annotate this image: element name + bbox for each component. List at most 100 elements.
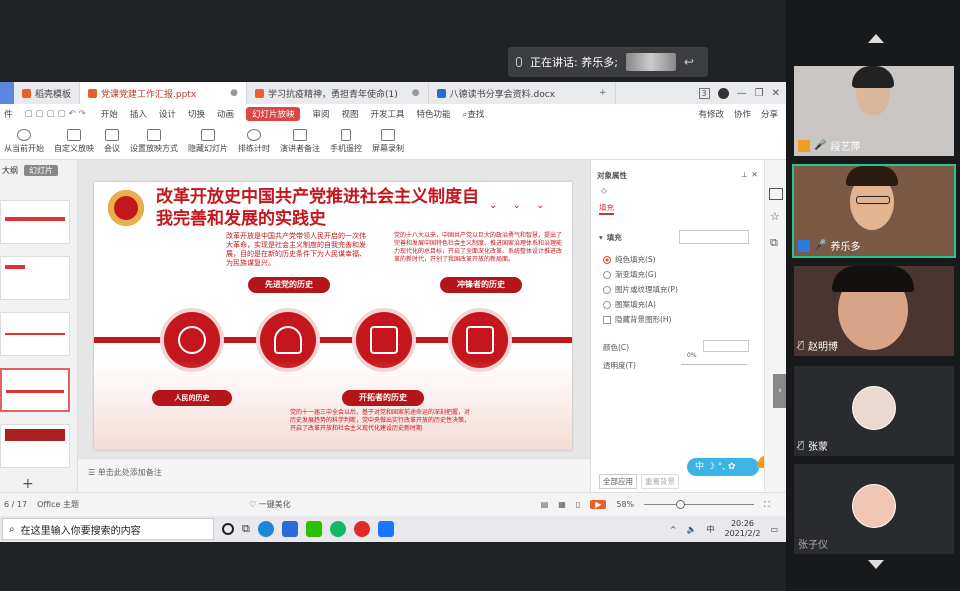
tab-ppt-2[interactable]: 学习抗疫精神，勇担青年使命(1) ● xyxy=(247,82,429,104)
radio-solid-fill[interactable]: 纯色填充(S) xyxy=(603,254,656,265)
slide-thumbnail[interactable] xyxy=(0,256,70,300)
tab-slides[interactable]: 幻灯片 xyxy=(24,164,58,176)
menu-item-home[interactable]: 开始 xyxy=(101,108,118,120)
cortana-icon[interactable] xyxy=(222,523,234,535)
restore-icon[interactable]: ❐ xyxy=(755,88,764,99)
zoom-thumb[interactable] xyxy=(676,500,686,509)
close-panel-icon[interactable]: ✕ xyxy=(752,170,758,179)
user-avatar-icon[interactable] xyxy=(717,87,729,99)
slide-thumbnail[interactable] xyxy=(0,312,70,356)
input-method-indicator[interactable]: 中 xyxy=(707,524,715,535)
hide-background-checkbox[interactable]: 隐藏背景图形(H) xyxy=(603,314,672,325)
app-green-icon[interactable] xyxy=(329,521,346,537)
view-normal-icon[interactable]: ▤ xyxy=(541,500,549,509)
close-icon[interactable]: ✕ xyxy=(772,88,780,99)
system-clock[interactable]: 20:26 2021/2/2 xyxy=(725,519,761,539)
radio-pattern-fill[interactable]: 图案填充(A) xyxy=(603,299,656,310)
menu-item-transition[interactable]: 切换 xyxy=(188,108,205,120)
zoom-slider[interactable] xyxy=(644,500,755,509)
scroll-down-icon[interactable] xyxy=(868,560,884,569)
layout-icon[interactable]: ⧉ xyxy=(770,236,778,250)
minimize-icon[interactable]: — xyxy=(737,88,747,99)
notes-area[interactable]: ☰ 单击此处添加备注 xyxy=(78,458,590,492)
ime-toolbar[interactable]: 中 ☽ °, ✿ xyxy=(687,458,759,476)
task-view-icon[interactable]: ⧉ xyxy=(242,522,250,536)
participant-tile[interactable]: 🎙̸ 张蒙 xyxy=(794,366,954,456)
properties-icon[interactable] xyxy=(769,188,783,200)
menu-item-design[interactable]: 设计 xyxy=(159,108,176,120)
transparency-slider[interactable] xyxy=(681,364,747,365)
mic-off-icon: 🎙̸ xyxy=(798,340,805,351)
color-picker[interactable] xyxy=(703,340,749,352)
beautify-button[interactable]: ♡ 一键美化 xyxy=(249,499,291,510)
menu-item-review[interactable]: 审阅 xyxy=(312,108,329,120)
presenter-notes-button[interactable]: 演讲者备注 xyxy=(280,129,320,154)
modified-button[interactable]: 有修改 xyxy=(698,108,724,120)
menu-file[interactable]: 件 xyxy=(4,108,13,120)
hide-slide-button[interactable]: 隐藏幻灯片 xyxy=(188,129,228,154)
edge-icon[interactable] xyxy=(257,521,274,537)
star-icon[interactable]: ☆ xyxy=(770,210,780,223)
slide-thumbnail[interactable] xyxy=(0,200,70,244)
meeting-app-icon[interactable] xyxy=(377,521,394,537)
play-slideshow-button[interactable]: ▶ xyxy=(590,500,607,509)
setup-show-button[interactable]: 设置放映方式 xyxy=(130,129,178,154)
collaborate-button[interactable]: 协作 xyxy=(734,108,751,120)
slide-thumbnail[interactable] xyxy=(0,424,70,468)
participant-tile[interactable]: 🎙̸ 赵明博 xyxy=(794,266,954,356)
menu-item-insert[interactable]: 插入 xyxy=(130,108,147,120)
tab-doc[interactable]: 八德读书分享会资料.docx + xyxy=(429,82,616,104)
taskbar-search[interactable]: ⌕ 在这里输入你要搜索的内容 xyxy=(2,518,214,540)
from-current-button[interactable]: 从当前开始 xyxy=(4,129,44,154)
wechat-icon[interactable] xyxy=(305,521,322,537)
tab-count-badge[interactable]: 3 xyxy=(698,87,710,99)
home-tab[interactable] xyxy=(0,82,14,104)
netease-music-icon[interactable] xyxy=(353,521,370,537)
current-slide[interactable]: 改革开放史中国共产党推进社会主义制度自我完善和发展的实践史 ⌄ ⌄ ⌄ 改革开放… xyxy=(94,182,572,450)
slide-thumbnail-selected[interactable] xyxy=(0,368,70,412)
apply-all-button[interactable]: 全部应用 xyxy=(599,474,637,489)
reset-background-button[interactable]: 重置背景 xyxy=(641,474,679,489)
zoom-level[interactable]: 58% xyxy=(616,500,634,509)
collapse-panel-button[interactable]: › xyxy=(773,374,786,408)
reply-icon[interactable]: ↩ xyxy=(684,55,694,69)
transparency-label: 透明度(T) xyxy=(603,360,636,371)
search-button[interactable]: ⌕查找 xyxy=(463,108,485,120)
radio-gradient-fill[interactable]: 渐变填充(G) xyxy=(603,269,657,280)
add-slide-button[interactable]: + xyxy=(22,476,34,492)
fill-color-dropdown[interactable] xyxy=(679,230,749,244)
hair-shape xyxy=(846,166,898,186)
menu-item-animation[interactable]: 动画 xyxy=(217,108,234,120)
participant-tile[interactable]: 张子仪 xyxy=(794,464,954,554)
participant-label: 🎤 段艺萍 xyxy=(798,138,860,153)
fit-window-icon[interactable]: ⛶ xyxy=(764,500,770,510)
participant-tile[interactable]: 🎤 段艺萍 xyxy=(794,66,954,156)
custom-show-button[interactable]: 自定义放映 xyxy=(54,129,94,154)
fill-section[interactable]: ▾ 填充 xyxy=(599,232,622,243)
phone-remote-button[interactable]: 手机遥控 xyxy=(330,129,362,154)
menu-item-features[interactable]: 特色功能 xyxy=(417,108,451,120)
screen-record-button[interactable]: 屏幕录制 xyxy=(372,129,404,154)
menu-item-devtools[interactable]: 开发工具 xyxy=(371,108,405,120)
pin-icon[interactable]: ⊥ xyxy=(741,170,748,179)
scroll-up-icon[interactable] xyxy=(868,34,884,43)
tab-ppt-active[interactable]: 党课党建工作汇报.pptx ● xyxy=(80,82,248,104)
menu-item-view[interactable]: 视图 xyxy=(342,108,359,120)
volume-icon[interactable]: 🔈 xyxy=(687,525,697,534)
radio-picture-fill[interactable]: 图片或纹理填充(P) xyxy=(603,284,678,295)
tab-template[interactable]: 稻壳模板 xyxy=(14,82,81,104)
notification-icon[interactable]: ▭ xyxy=(770,525,778,534)
share-button[interactable]: 分享 xyxy=(761,108,778,120)
participant-tile-active[interactable]: 🎤 养乐多 xyxy=(792,164,956,258)
tab-fill[interactable]: 填充 xyxy=(599,202,614,215)
fill-tab[interactable]: ◇ xyxy=(601,186,607,195)
rehearse-button[interactable]: 排练计时 xyxy=(238,129,270,154)
tab-outline[interactable]: 大纲 xyxy=(2,165,18,176)
meeting-button[interactable]: 会议 xyxy=(104,129,120,154)
wps-writer-icon[interactable] xyxy=(281,521,298,537)
view-reading-icon[interactable]: ▯ xyxy=(576,500,580,509)
menu-item-slideshow[interactable]: 幻灯片放映 xyxy=(245,107,301,121)
tray-chevron-icon[interactable]: ^ xyxy=(670,525,677,534)
view-grid-icon[interactable]: ▦ xyxy=(558,500,566,509)
radio-label: 图案填充(A) xyxy=(615,300,656,309)
